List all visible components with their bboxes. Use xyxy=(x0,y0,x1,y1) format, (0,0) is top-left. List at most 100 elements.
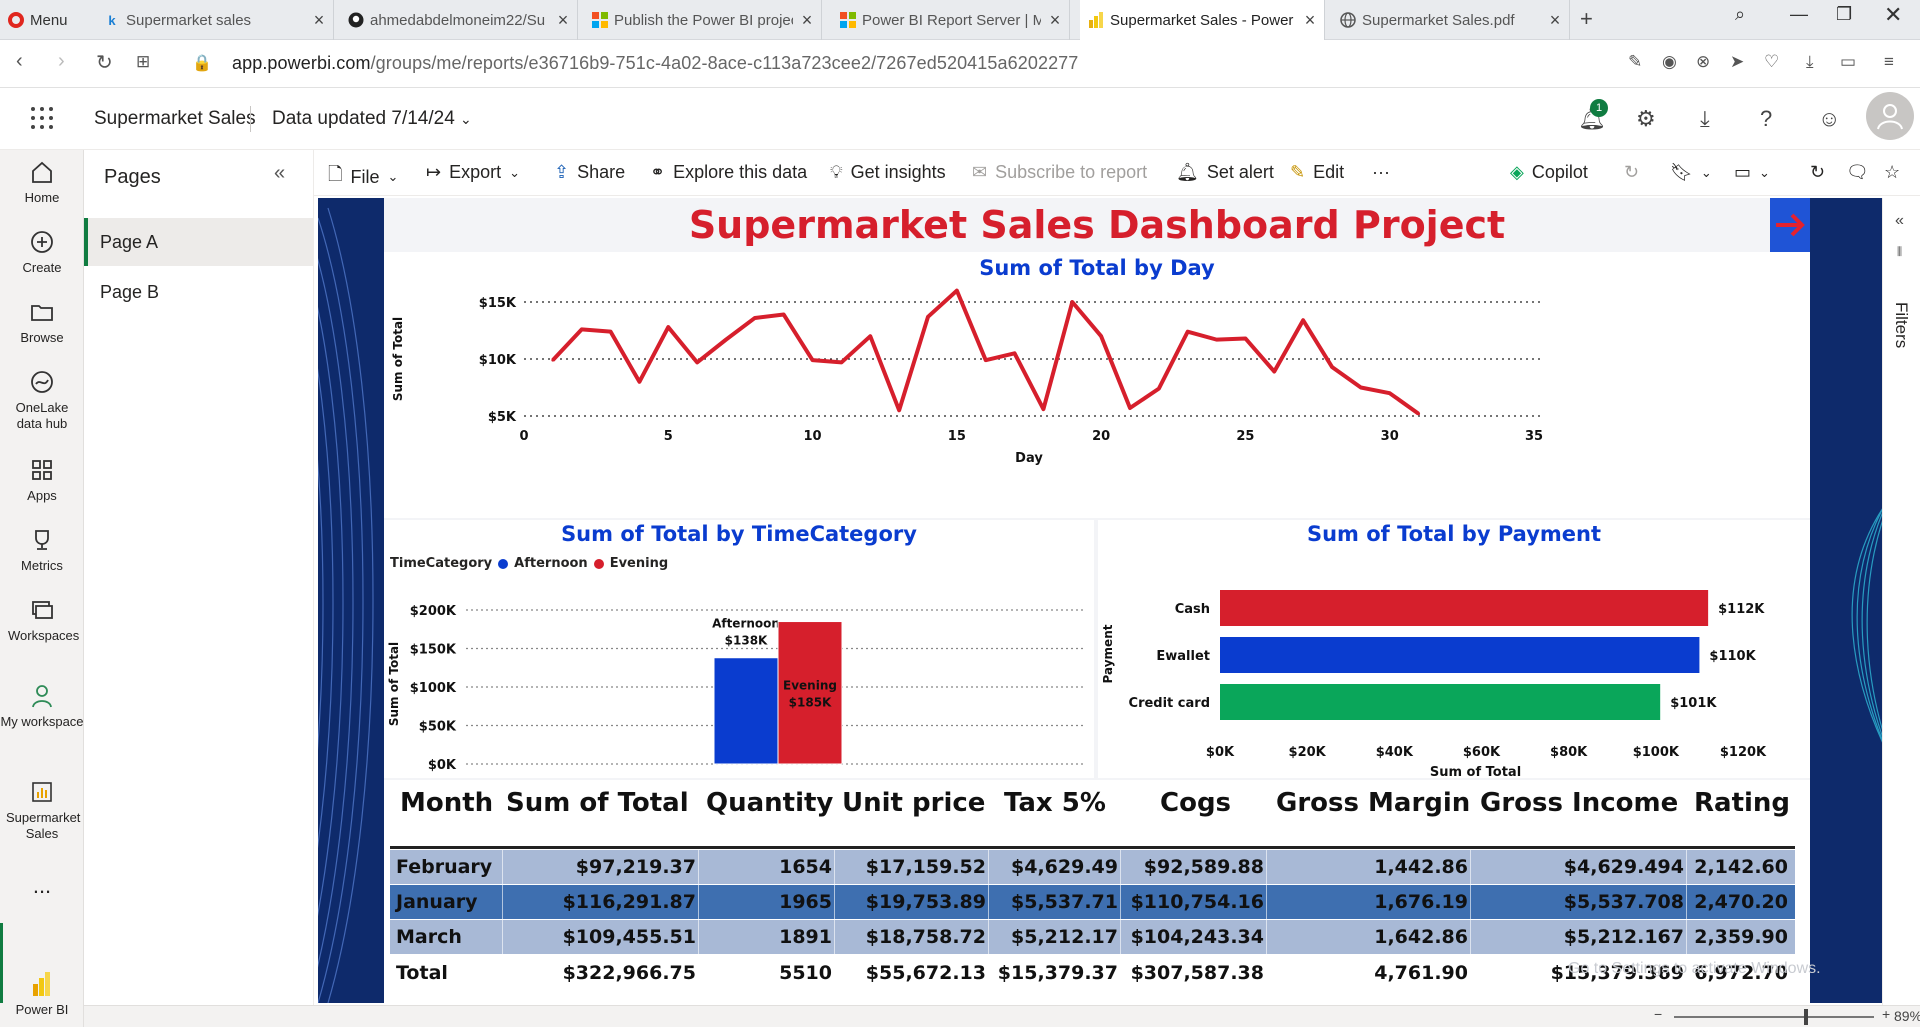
collapse-pages-icon[interactable]: « xyxy=(274,162,285,185)
new-tab-icon[interactable]: + xyxy=(1580,6,1593,32)
column-header[interactable]: Gross Margin xyxy=(1276,788,1470,818)
table-cell: 2,359.90 xyxy=(1694,926,1788,948)
line-chart-card[interactable]: Sum of Total by Day $15K $10K $5K 0 5 10 15 20 2… xyxy=(384,252,1810,518)
table-row[interactable]: January $116,291.87 1965 $19,753.89 $5,537.7… xyxy=(390,885,1795,920)
speed-dial-icon[interactable]: ⊞ xyxy=(136,52,150,72)
column-header[interactable]: Quantity xyxy=(706,788,833,818)
table-row[interactable]: February $97,219.37 1654 $17,159.52 $4,629.4… xyxy=(390,850,1795,885)
search-tabs-icon[interactable]: ⌕ xyxy=(1735,4,1745,25)
browser-menu-button[interactable]: Menu xyxy=(8,0,68,40)
powerbi-logo: Power BI xyxy=(0,970,84,1018)
legend-evening-label[interactable]: Evening xyxy=(610,556,668,571)
column-header[interactable]: Month xyxy=(400,788,493,818)
line-chart-title: Sum of Total by Day xyxy=(979,256,1215,280)
more-icon[interactable]: ... xyxy=(0,875,84,897)
export-menu[interactable]: ↦ Export ⌄ xyxy=(426,162,520,183)
timecategory-chart-card[interactable]: Sum of Total by TimeCategory TimeCategor… xyxy=(384,520,1094,778)
explore-button[interactable]: ⚭ Explore this data xyxy=(650,162,807,183)
file-menu[interactable]: 🗋 File ⌄ xyxy=(328,162,398,192)
nav-workspaces[interactable]: Workspaces xyxy=(0,596,84,644)
comment-icon[interactable]: 🗨︎ xyxy=(1846,162,1869,183)
filters-pane[interactable]: « ⫼ Filters xyxy=(1882,198,1920,1005)
zoom-slider-thumb[interactable] xyxy=(1804,1009,1808,1025)
camera-icon[interactable]: ◉ xyxy=(1662,52,1677,72)
get-insights-button[interactable]: 💡︎ Get insights xyxy=(830,162,946,183)
subscribe-icon: ✉ xyxy=(972,162,988,182)
close-tab-icon[interactable]: × xyxy=(1541,10,1569,31)
app-launcher-icon[interactable] xyxy=(30,106,54,135)
feedback-icon[interactable]: ☺ xyxy=(1818,106,1840,132)
gear-icon[interactable]: ⚙ xyxy=(1636,106,1656,132)
block-icon[interactable]: ⊗ xyxy=(1696,52,1710,72)
column-header[interactable]: Unit price xyxy=(842,788,985,818)
view-icon[interactable]: ▭ ⌄ xyxy=(1734,162,1770,183)
refresh-visuals-icon[interactable]: ↻ xyxy=(1624,162,1639,183)
download-icon[interactable]: ⤓ xyxy=(1700,106,1710,132)
browser-tab-title: Supermarket sales xyxy=(126,11,252,29)
nav-my-workspace[interactable]: My workspace xyxy=(0,682,84,730)
close-window-icon[interactable]: ✕ xyxy=(1884,2,1902,28)
page-tab-b[interactable]: Page B xyxy=(84,268,314,316)
close-tab-icon[interactable]: × xyxy=(1041,10,1069,31)
browser-menu-icon[interactable]: ≡ xyxy=(1884,52,1894,72)
nav-metrics[interactable]: Metrics xyxy=(0,526,84,574)
heart-icon[interactable]: ♡ xyxy=(1764,52,1779,72)
reload-icon[interactable]: ↻ xyxy=(96,50,113,75)
close-tab-icon[interactable]: × xyxy=(549,10,577,31)
column-header[interactable]: Cogs xyxy=(1160,788,1231,818)
browser-tab[interactable]: Power BI Report Server | Mi × xyxy=(832,0,1070,40)
more-options-icon[interactable]: ··· xyxy=(1372,162,1390,183)
help-icon[interactable]: ? xyxy=(1760,106,1772,132)
close-tab-icon[interactable]: × xyxy=(793,10,821,31)
navigate-arrow-button[interactable] xyxy=(1770,198,1810,252)
nav-home[interactable]: Home xyxy=(0,158,84,206)
cell-divider xyxy=(1120,885,1121,920)
favorite-icon[interactable]: ☆ xyxy=(1884,162,1900,183)
edit-button[interactable]: ✎ Edit xyxy=(1290,162,1344,183)
expand-filters-icon[interactable]: « xyxy=(1895,212,1904,230)
set-alert-button[interactable]: 🔔︎ Set alert xyxy=(1176,162,1274,183)
share-button[interactable]: ⇪ Share xyxy=(554,162,625,183)
refresh-icon[interactable]: ↻ xyxy=(1810,162,1825,183)
nav-browse[interactable]: Browse xyxy=(0,298,84,346)
minimize-icon[interactable]: — xyxy=(1790,4,1808,25)
bookmark-icon[interactable]: 🔖︎ ⌄ xyxy=(1670,162,1712,183)
nav-supermarket-sales[interactable]: Supermarket Sales xyxy=(0,778,84,842)
column-header[interactable]: Gross Income xyxy=(1480,788,1678,818)
browser-tab[interactable]: Supermarket Sales.pdf × xyxy=(1332,0,1570,40)
avatar[interactable] xyxy=(1866,92,1914,140)
column-header[interactable]: Rating xyxy=(1694,788,1790,818)
browser-tab-active[interactable]: Supermarket Sales - Power × xyxy=(1080,0,1325,40)
nav-create[interactable]: Create xyxy=(0,228,84,276)
legend-afternoon-label[interactable]: Afternoon xyxy=(514,556,588,571)
edit-icon[interactable]: ✎ xyxy=(1628,52,1642,72)
browser-tab[interactable]: ahmedabdelmoneim22/Su × xyxy=(340,0,578,40)
page-tab-a[interactable]: Page A xyxy=(84,218,314,266)
copilot-button[interactable]: ◈ Copilot xyxy=(1510,162,1588,183)
zoom-slider[interactable] xyxy=(1674,1009,1874,1025)
nav-apps[interactable]: Apps xyxy=(0,456,84,504)
close-tab-icon[interactable]: × xyxy=(1296,10,1324,31)
report-name[interactable]: Supermarket Sales xyxy=(94,108,256,130)
forward-icon[interactable]: › xyxy=(58,50,65,73)
table-cell: $116,291.87 xyxy=(562,891,696,913)
url-field[interactable]: app.powerbi.com/groups/me/reports/e36716… xyxy=(232,53,1078,74)
zoom-in-icon[interactable]: + xyxy=(1882,1006,1890,1022)
restore-icon[interactable]: ❐ xyxy=(1836,4,1852,25)
data-updated-dropdown[interactable]: Data updated 7/14/24 ⌄ xyxy=(272,108,472,130)
legend-title: TimeCategory xyxy=(390,556,493,571)
column-header[interactable]: Tax 5% xyxy=(1004,788,1106,818)
subscribe-button[interactable]: ✉ Subscribe to report xyxy=(972,162,1147,183)
send-icon[interactable]: ➤ xyxy=(1730,52,1744,72)
browser-tab[interactable]: k Supermarket sales × xyxy=(96,0,334,40)
nav-onelake[interactable]: OneLake data hub xyxy=(0,368,84,432)
column-header[interactable]: Sum of Total xyxy=(506,788,689,818)
table-row[interactable]: March $109,455.51 1891 $18,758.72 $5,212.17 $… xyxy=(390,920,1795,955)
zoom-out-icon[interactable]: − xyxy=(1654,1006,1662,1022)
nav-label: Supermarket Sales xyxy=(6,810,81,841)
download-icon[interactable]: ⤓ xyxy=(1806,52,1814,72)
close-tab-icon[interactable]: × xyxy=(305,10,333,31)
browser-tab[interactable]: Publish the Power BI projec × xyxy=(584,0,822,40)
payment-chart-card[interactable]: Sum of Total by Payment Cash $112K Ewallet… xyxy=(1098,520,1810,778)
back-icon[interactable]: ‹ xyxy=(16,50,23,73)
